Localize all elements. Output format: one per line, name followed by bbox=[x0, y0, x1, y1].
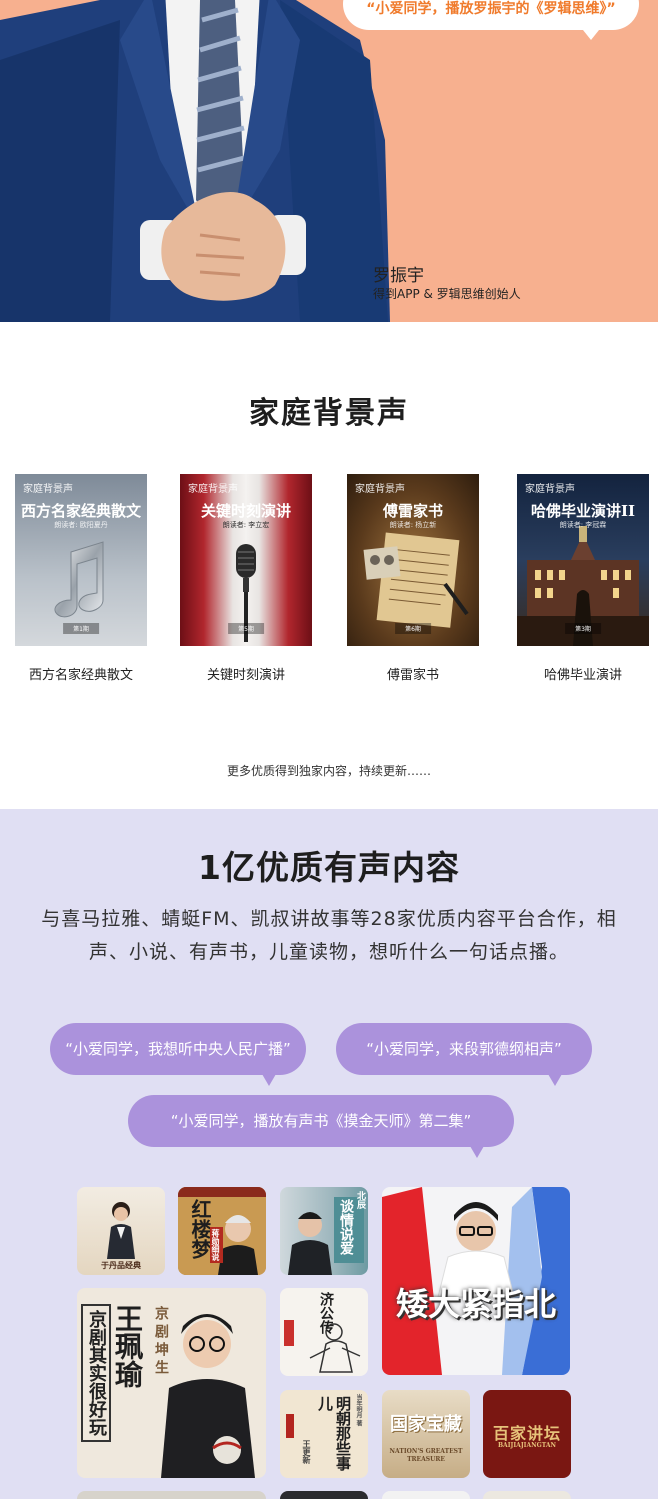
book-brand: 家庭背景声 bbox=[355, 484, 405, 495]
book-cover-title: 傅雷家书 bbox=[382, 502, 443, 520]
album-title: 谈情说爱 bbox=[338, 1199, 354, 1255]
presenter-photo bbox=[0, 0, 390, 322]
audio-content-description: 与喜马拉雅、蜻蜓FM、凯叔讲故事等28家优质内容平台合作，相声、小说、有声书，儿… bbox=[41, 908, 617, 963]
book-episode: 第6期 bbox=[395, 623, 431, 634]
book-reader: 朗读者: 欧阳夏丹 bbox=[54, 521, 108, 529]
album-title: 矮大紧指北 bbox=[396, 1285, 557, 1323]
family-section: 家庭背景声 家庭背景声 西方名家经典散文 朗读者: 欧阳夏丹 第1期 西方名家经… bbox=[0, 322, 658, 809]
book-brand: 家庭背景声 bbox=[188, 484, 238, 495]
book-episode: 第1期 bbox=[63, 623, 99, 634]
album-badge: 蒋勋细说 bbox=[210, 1227, 223, 1263]
book-card[interactable]: 家庭背景声 傅雷家书 朗读者: 杨立新 第6期 傅雷家书 bbox=[347, 474, 479, 683]
album-host: 北辰 bbox=[355, 1191, 365, 1209]
family-section-title: 家庭背景声 bbox=[249, 396, 409, 431]
book-episode: 第5期 bbox=[228, 623, 264, 634]
book-reader: 朗读者: 杨立新 bbox=[389, 521, 437, 529]
voice-command-bubble: “小爱同学，播放有声书《摸金天师》第二集” bbox=[128, 1095, 514, 1158]
book-episode: 第3期 bbox=[565, 623, 601, 634]
album-tile-tanqing[interactable]: 谈情说爱 北辰 bbox=[280, 1187, 368, 1275]
book-cover-title: 西方名家经典散文 bbox=[20, 502, 141, 520]
album-author: 当年明月 著 bbox=[355, 1394, 362, 1427]
album-tile-hongloumeng[interactable]: 红楼梦 蒋勋细说 bbox=[178, 1187, 266, 1275]
book-label[interactable]: 傅雷家书 bbox=[347, 664, 479, 683]
album-tile[interactable] bbox=[382, 1491, 470, 1499]
audio-content-title: 1亿优质有声内容 bbox=[198, 848, 460, 887]
album-title: 王珮瑜 bbox=[111, 1304, 144, 1388]
album-subtitle: NATION'S GREATEST TREASURE bbox=[389, 1448, 463, 1463]
album-subtitle: BAIJIAJIANGTAN bbox=[497, 1442, 557, 1449]
album-title: 明朝那些事儿 bbox=[316, 1396, 352, 1471]
book-cover-title: 哈佛毕业演讲II bbox=[530, 502, 636, 520]
album-title: 济公传 bbox=[318, 1292, 334, 1334]
album-tile[interactable] bbox=[483, 1491, 571, 1499]
book-reader: 朗读者: 李冠霖 bbox=[559, 521, 607, 529]
book-label[interactable]: 西方名家经典散文 bbox=[15, 664, 147, 683]
album-tile-mingchao[interactable]: 明朝那些事儿 当年明月 著 王更新 bbox=[280, 1390, 368, 1478]
voice-command-bubble: “小爱同学，我想听中央人民广播” bbox=[50, 1023, 306, 1086]
album-tile[interactable] bbox=[77, 1491, 266, 1499]
host-illustration bbox=[382, 1187, 570, 1375]
album-title: 百家讲坛 bbox=[492, 1424, 561, 1443]
book-card[interactable]: 家庭背景声 哈佛毕业演讲II 朗读者: 李冠霖 第3期 哈佛毕业演讲 bbox=[517, 474, 649, 683]
hero-banner: “小爱同学，播放罗振宇的《罗辑思维》” 罗振宇 得到APP & 罗辑思维创始人 bbox=[0, 0, 658, 322]
book-cover[interactable]: 家庭背景声 西方名家经典散文 朗读者: 欧阳夏丹 第1期 bbox=[15, 474, 147, 646]
book-brand: 家庭背景声 bbox=[23, 484, 73, 495]
album-tile[interactable] bbox=[280, 1491, 368, 1499]
album-tile-aidajin[interactable]: 矮大紧指北 bbox=[382, 1187, 570, 1375]
book-brand: 家庭背景声 bbox=[525, 484, 575, 495]
book-card[interactable]: 家庭背景声 关键时刻演讲 朗读者: 李立宏 第5期 关键时刻演讲 bbox=[180, 474, 312, 683]
book-cover[interactable]: 家庭背景声 关键时刻演讲 朗读者: 李立宏 第5期 bbox=[180, 474, 312, 646]
presenter-name: 罗振宇 bbox=[373, 266, 424, 286]
album-title: 国家宝藏 bbox=[390, 1414, 462, 1435]
album-tile-guobao[interactable]: 国家宝藏 NATION'S GREATEST TREASURE bbox=[382, 1390, 470, 1478]
album-reader: 王更新 bbox=[302, 1440, 312, 1464]
audio-content-section: 1亿优质有声内容 与喜马拉雅、蜻蜓FM、凯叔讲故事等28家优质内容平台合作，相声… bbox=[0, 809, 658, 1499]
book-reader: 朗读者: 李立宏 bbox=[222, 521, 270, 529]
album-tag: 京剧坤生 bbox=[153, 1306, 169, 1378]
book-label[interactable]: 关键时刻演讲 bbox=[180, 664, 312, 683]
album-tile-jigong[interactable]: 济公传 bbox=[280, 1288, 368, 1376]
book-label[interactable]: 哈佛毕业演讲 bbox=[517, 664, 649, 683]
hero-voice-bubble: “小爱同学，播放罗振宇的《罗辑思维》” bbox=[343, 0, 639, 40]
album-tile-wangpeiyu[interactable]: 王珮瑜 京剧坤生 京剧其实很好玩 bbox=[77, 1288, 266, 1478]
book-card[interactable]: 家庭背景声 西方名家经典散文 朗读者: 欧阳夏丹 第1期 西方名家经典散文 bbox=[15, 474, 147, 683]
book-cover[interactable]: 家庭背景声 哈佛毕业演讲II 朗读者: 李冠霖 第3期 bbox=[517, 474, 649, 646]
book-cover[interactable]: 家庭背景声 傅雷家书 朗读者: 杨立新 第6期 bbox=[347, 474, 479, 646]
book-cover-title: 关键时刻演讲 bbox=[200, 502, 291, 520]
album-title: 于丹品经典 bbox=[101, 1261, 141, 1270]
album-tile-baijia[interactable]: 百家讲坛 BAIJIAJIANGTAN bbox=[483, 1390, 571, 1478]
presenter-title: 得到APP & 罗辑思维创始人 bbox=[373, 287, 521, 301]
voice-command-bubble: “小爱同学，来段郭德纲相声” bbox=[336, 1023, 592, 1086]
album-slogan: 京剧其实很好玩 bbox=[81, 1304, 111, 1442]
album-tile-yudan[interactable]: 于丹品经典 bbox=[77, 1187, 165, 1275]
more-content-note: 更多优质得到独家内容，持续更新…… bbox=[226, 764, 431, 778]
